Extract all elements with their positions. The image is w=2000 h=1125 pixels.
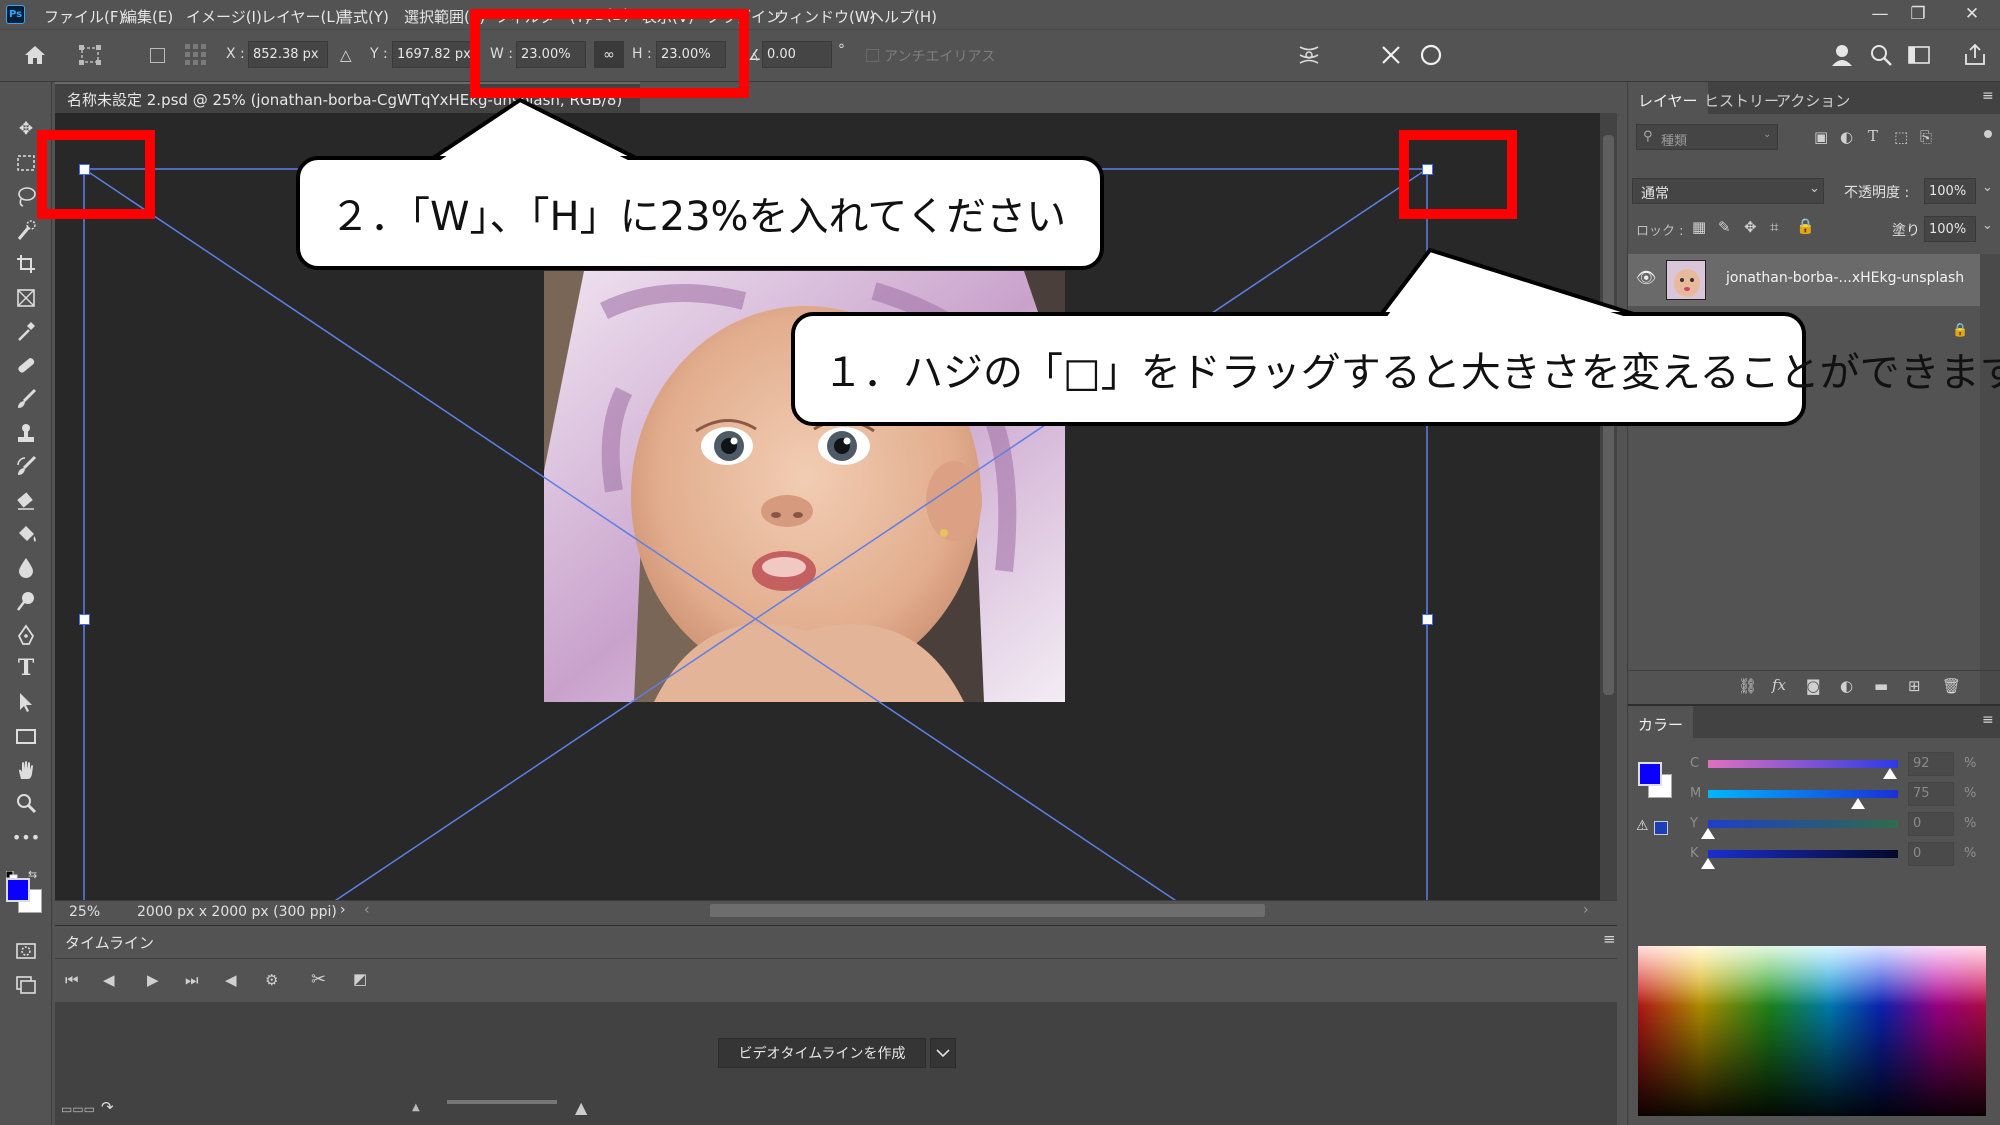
callout-pointer-joins	[436, 107, 1630, 318]
